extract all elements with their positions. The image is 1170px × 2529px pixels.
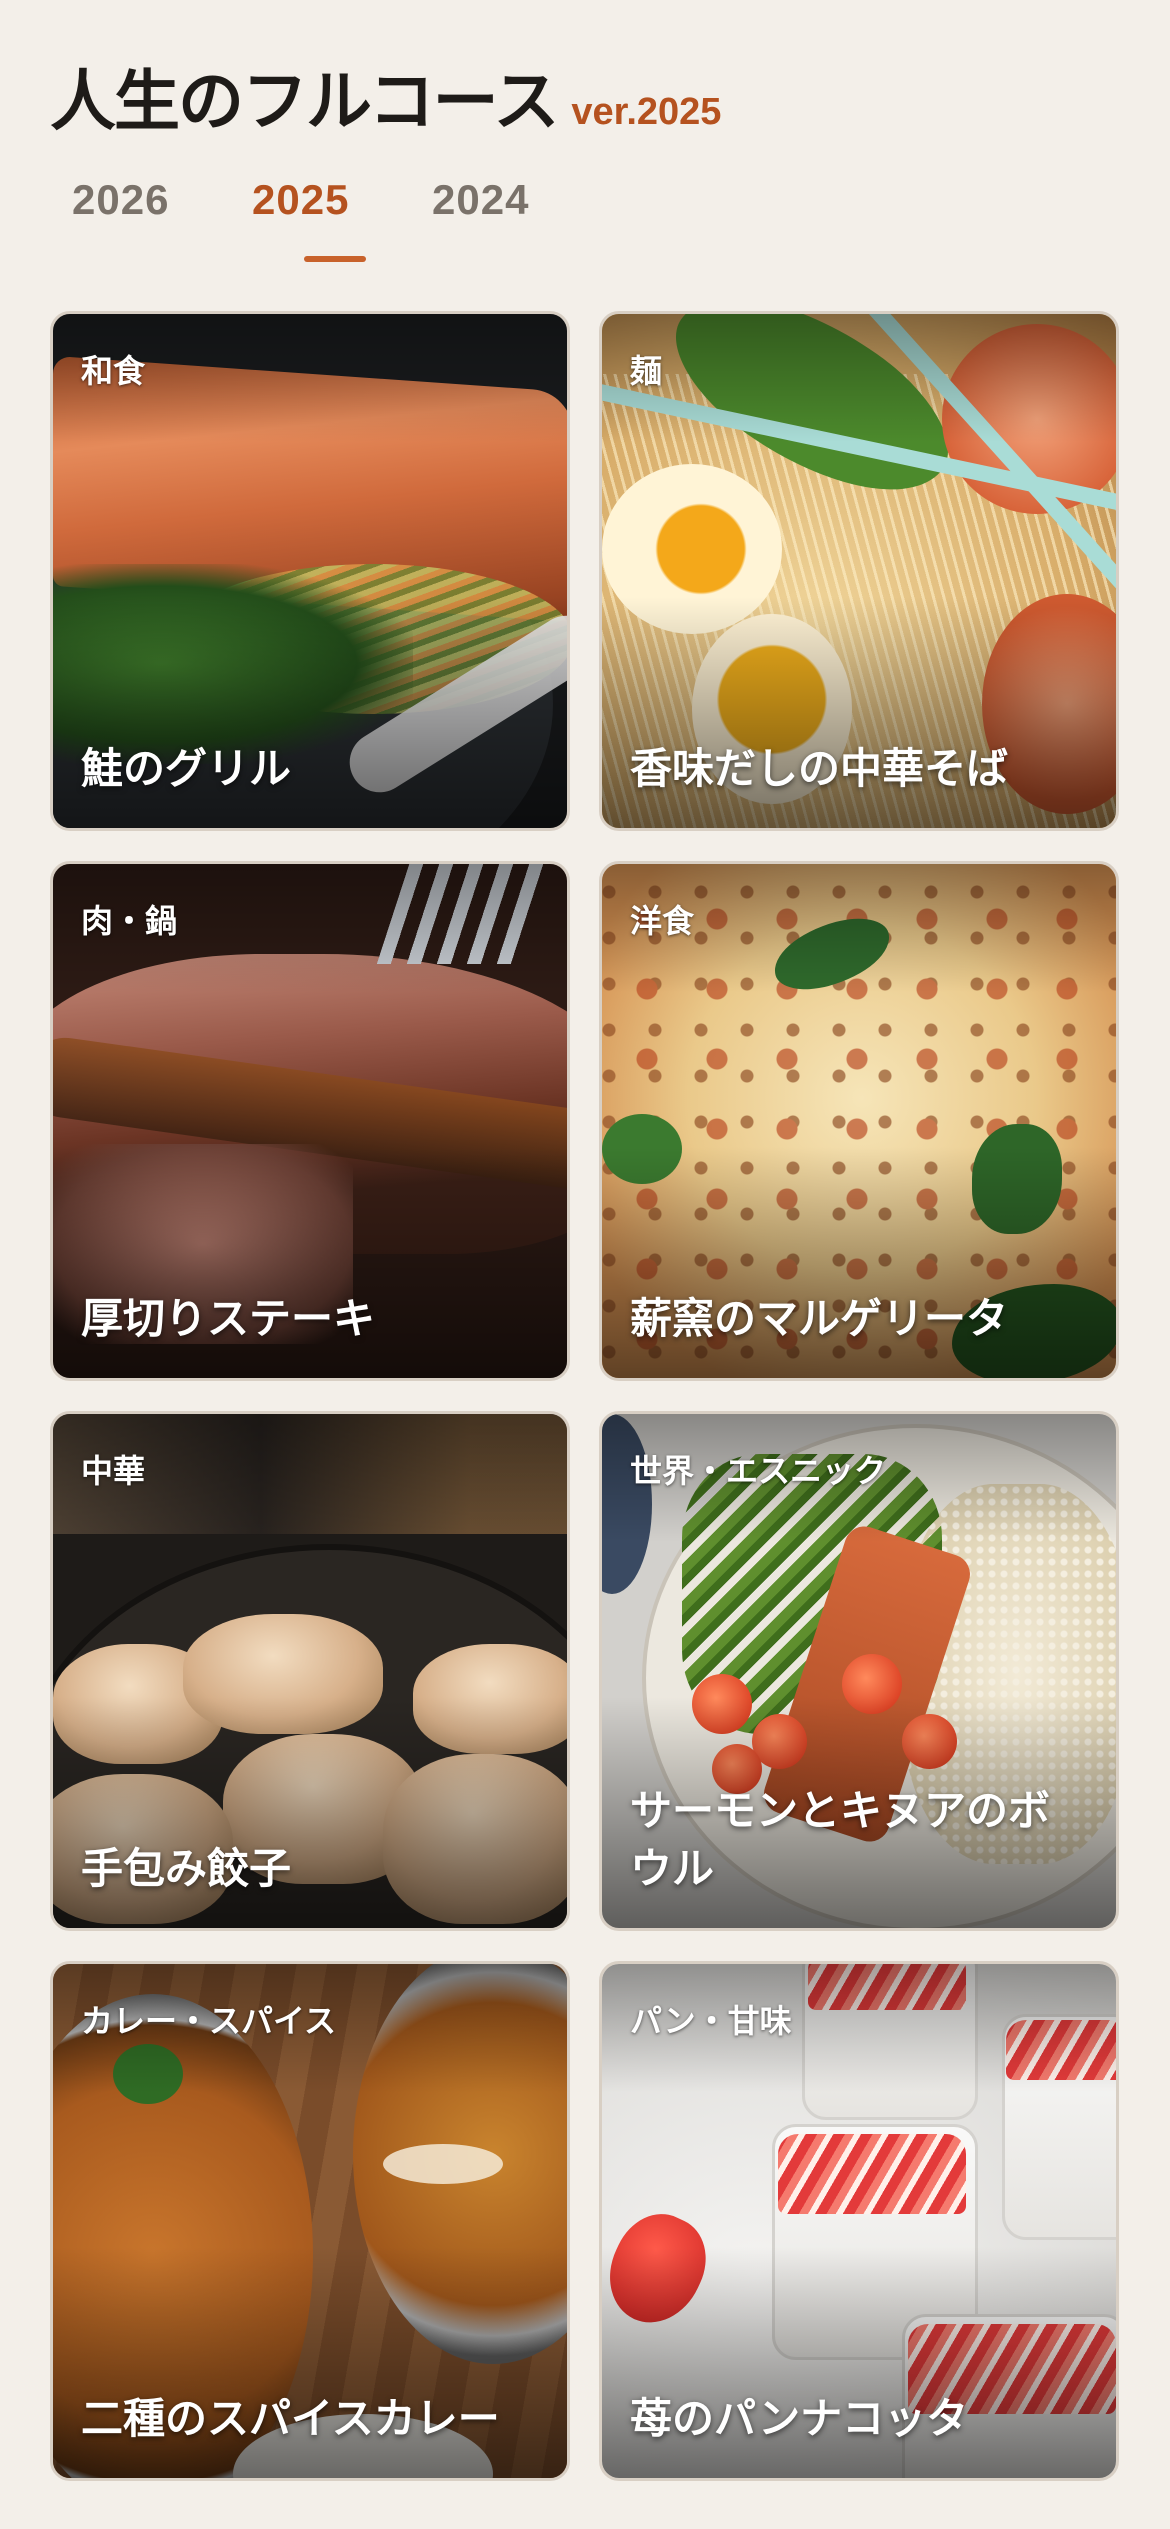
course-card-ethnic[interactable]: 世界・エスニック サーモンとキヌアのボウル: [599, 1411, 1119, 1931]
card-category: カレー・スパイス: [81, 2002, 337, 2040]
course-card-sweets[interactable]: パン・甘味 苺のパンナコッタ: [599, 1961, 1119, 2481]
course-card-meat[interactable]: 肉・鍋 厚切りステーキ: [50, 861, 570, 1381]
course-card-curry[interactable]: カレー・スパイス 二種のスパイスカレー: [50, 1961, 570, 2481]
course-card-men[interactable]: 麺 香味だしの中華そば: [599, 311, 1119, 831]
course-grid: 和食 鮭のグリル 麺 香味だしの中華そば 肉・鍋 厚切りステーキ 洋食 薪窯のマ…: [50, 311, 1119, 2481]
card-dish-name: 香味だしの中華そば: [630, 744, 1009, 793]
course-card-yoshoku[interactable]: 洋食 薪窯のマルゲリータ: [599, 861, 1119, 1381]
tab-2025[interactable]: 2025: [252, 176, 432, 266]
card-dish-name: 苺のパンナコッタ: [630, 2394, 969, 2443]
page-title: 人生のフルコース: [50, 63, 559, 140]
page-header: 人生のフルコース ver.2025: [50, 48, 721, 144]
card-category: 洋食: [630, 902, 695, 940]
card-category: 麺: [630, 352, 663, 390]
card-category: 肉・鍋: [81, 902, 178, 940]
card-dish-name: 鮭のグリル: [81, 744, 292, 793]
card-dish-name: 薪窯のマルゲリータ: [630, 1294, 1009, 1343]
card-category: パン・甘味: [630, 2002, 792, 2040]
card-dish-name: サーモンとキヌアのボウル: [630, 1786, 1051, 1893]
card-dish-name: 二種のスパイスカレー: [81, 2394, 500, 2443]
card-dish-name: 厚切りステーキ: [81, 1294, 376, 1343]
course-card-chuka[interactable]: 中華 手包み餃子: [50, 1411, 570, 1931]
card-category: 和食: [81, 352, 146, 390]
version-label: ver.2025: [571, 91, 722, 133]
tab-2024[interactable]: 2024: [432, 176, 612, 266]
year-tabs: 2026 2025 2024: [72, 176, 612, 266]
card-category: 中華: [81, 1452, 146, 1490]
card-dish-name: 手包み餃子: [81, 1844, 292, 1893]
card-category: 世界・エスニック: [630, 1452, 887, 1490]
course-card-washoku[interactable]: 和食 鮭のグリル: [50, 311, 570, 831]
tab-2026[interactable]: 2026: [72, 176, 252, 266]
